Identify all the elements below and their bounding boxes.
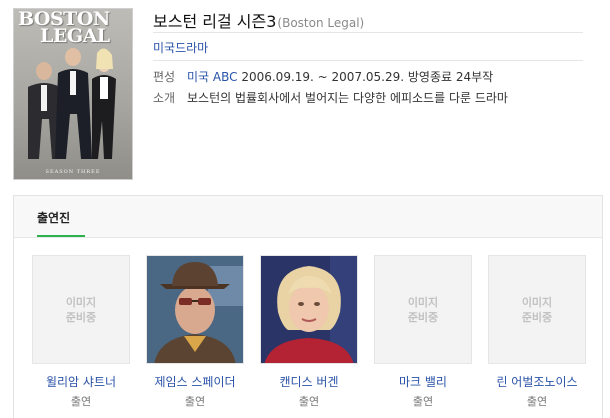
divider [153,60,583,61]
page-title[interactable]: 보스턴 리걸 시즌3 [153,8,276,32]
image-placeholder[interactable]: 이미지 준비중 [374,255,472,364]
cast-role: 출연 [70,395,92,408]
placeholder-text: 준비중 [65,310,97,324]
placeholder-text: 이미지 [521,295,553,309]
broadcast-row: 편성 미국 ABC 2006.09.19. ~ 2007.05.29. 방영종료 … [153,68,493,85]
broadcast-network-link[interactable]: 미국 ABC [187,70,238,84]
cast-role: 출연 [526,395,548,408]
image-placeholder[interactable]: 이미지 준비중 [32,255,130,364]
cast-header: 출연진 [14,196,602,238]
genre-link[interactable]: 미국드라마 [153,39,208,56]
cast-member[interactable]: 이미지 준비중 린 어벌조노이스 출연 [488,255,586,409]
poster-image[interactable]: BOSTON LEGAL SEASON THREE [13,8,133,180]
actor-portrait [147,256,243,363]
summary-row: 소개 보스턴의 법률회사에서 벌어지는 다양한 에피소드를 다룬 드라마 [153,89,508,106]
placeholder-text: 준비중 [407,310,439,324]
summary-label: 소개 [153,91,176,105]
cast-member[interactable]: 캔디스 버겐 출연 [260,255,358,409]
tab-active-indicator [37,235,85,237]
broadcast-period: 2006.09.19. ~ 2007.05.29. 방영종료 24부작 [237,70,494,84]
cast-name-link[interactable]: 캔디스 버겐 [260,373,358,390]
cast-name-link[interactable]: 마크 밸리 [374,373,472,390]
broadcast-label: 편성 [153,70,176,84]
divider [153,32,583,33]
actress-portrait [261,256,357,363]
summary-text: 보스턴의 법률회사에서 벌어지는 다양한 에피소드를 다룬 드라마 [187,91,508,105]
poster-season-text: SEASON THREE [45,169,101,175]
placeholder-text: 준비중 [521,310,553,324]
cast-member[interactable]: 제임스 스페이더 출연 [146,255,244,409]
cast-photo[interactable] [146,255,244,364]
placeholder-text: 이미지 [65,295,97,309]
poster-logo-line2: LEGAL [40,25,110,47]
cast-member[interactable]: 이미지 준비중 마크 밸리 출연 [374,255,472,409]
cast-name-link[interactable]: 린 어벌조노이스 [488,373,586,390]
placeholder-text: 이미지 [407,295,439,309]
cast-role: 출연 [412,395,434,408]
cast-photo[interactable] [260,255,358,364]
english-title: (Boston Legal) [277,16,365,30]
cast-role: 출연 [298,395,320,408]
tab-cast[interactable]: 출연진 [37,209,70,226]
cast-section: 출연진 이미지 준비중 윌리암 샤트너 출연 제임스 스페이더 출연 캔디스 버… [13,195,603,418]
title-row: 보스턴 리걸 시즌3 (Boston Legal) [153,8,365,31]
cast-name-link[interactable]: 윌리암 샤트너 [32,373,130,390]
cast-member[interactable]: 이미지 준비중 윌리암 샤트너 출연 [32,255,130,409]
cast-role: 출연 [184,395,206,408]
cast-name-link[interactable]: 제임스 스페이더 [146,373,244,390]
image-placeholder[interactable]: 이미지 준비중 [488,255,586,364]
